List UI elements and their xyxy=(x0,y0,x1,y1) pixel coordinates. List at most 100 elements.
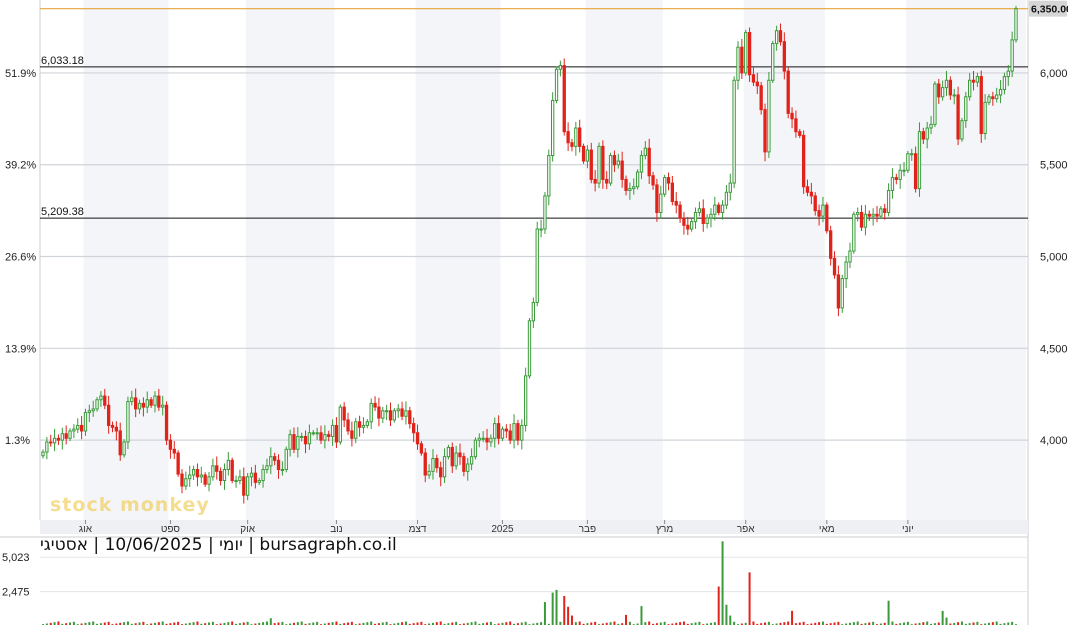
candle-body xyxy=(261,469,265,482)
candle xyxy=(384,404,389,421)
volume-bar xyxy=(1015,624,1017,625)
candle-body xyxy=(562,65,566,133)
volume-bar xyxy=(852,622,855,625)
volume-bar xyxy=(246,621,249,625)
volume-bar xyxy=(744,622,747,625)
candle-body xyxy=(311,432,315,435)
candle-body xyxy=(952,94,956,97)
volume-bar xyxy=(381,622,384,625)
candle xyxy=(369,398,373,429)
candle-body xyxy=(296,435,300,450)
candle-body xyxy=(674,200,678,206)
candle-body xyxy=(157,395,161,408)
candle-body xyxy=(624,178,628,191)
volume-bar xyxy=(235,623,238,625)
volume-bar xyxy=(505,622,508,625)
candle xyxy=(226,452,230,476)
volume-bar xyxy=(621,623,624,625)
volume-bar xyxy=(791,610,794,625)
candle xyxy=(682,211,686,235)
candle-body xyxy=(883,208,887,213)
candle xyxy=(801,130,806,194)
candle-body xyxy=(477,437,481,441)
candle xyxy=(890,168,895,199)
candle-body xyxy=(979,76,983,135)
percent-tick-label: 1.3% xyxy=(5,435,30,447)
candle-body xyxy=(686,224,690,230)
volume-bar xyxy=(833,622,836,625)
volume-bar xyxy=(895,623,898,625)
volume-bar xyxy=(775,623,778,625)
price-tick-label: 4,500 xyxy=(1040,343,1068,355)
volume-bar xyxy=(605,622,608,625)
volume-bar xyxy=(462,623,465,625)
candle xyxy=(956,86,960,146)
volume-bar xyxy=(837,621,840,625)
month-label: מרץ xyxy=(656,524,673,535)
volume-bar xyxy=(706,623,709,625)
volume-bar xyxy=(401,622,404,625)
candle xyxy=(859,205,864,232)
candle xyxy=(164,401,169,446)
volume-bar xyxy=(779,622,782,625)
candle xyxy=(126,396,130,450)
volume-bar xyxy=(489,621,492,625)
month-label: אוג xyxy=(79,524,93,535)
candle xyxy=(520,419,524,450)
candle-body xyxy=(956,94,960,140)
candle-body xyxy=(134,397,138,410)
volume-bar xyxy=(713,622,716,625)
volume-bar xyxy=(999,623,1002,625)
candle-body xyxy=(859,211,864,228)
volume-bar xyxy=(733,621,736,625)
volume-bar xyxy=(273,623,276,625)
candle-body xyxy=(130,397,134,403)
candle-body xyxy=(578,127,582,147)
candle-body xyxy=(493,423,497,439)
candle-body xyxy=(68,430,72,439)
volume-bar xyxy=(134,623,137,625)
candle xyxy=(392,408,397,423)
candle-body xyxy=(396,408,400,412)
candle-body xyxy=(848,250,852,263)
volume-bar xyxy=(292,622,295,625)
candle xyxy=(527,318,532,379)
volume-bar xyxy=(285,624,288,625)
candle xyxy=(377,397,381,427)
volume-bar xyxy=(250,624,253,625)
volume-bar xyxy=(532,623,535,625)
volume-bar xyxy=(663,621,666,625)
candle xyxy=(365,419,369,429)
volume-bar xyxy=(601,623,604,625)
volume-bar xyxy=(69,622,72,625)
candle-body xyxy=(597,145,601,184)
candle-body xyxy=(736,46,740,81)
candle xyxy=(539,219,543,238)
volume-bar xyxy=(428,623,431,625)
volume-bar xyxy=(868,622,871,625)
candle-body xyxy=(110,424,115,428)
month-axis-strip xyxy=(40,520,1028,534)
candle-body xyxy=(238,476,242,482)
volume-bar xyxy=(150,623,153,625)
volume-bar xyxy=(408,623,411,625)
candle-body xyxy=(242,476,246,496)
volume-bar xyxy=(115,623,118,625)
candle-body xyxy=(747,32,752,76)
candle-body xyxy=(76,424,80,430)
volume-bar xyxy=(1011,621,1014,625)
candle xyxy=(512,414,516,449)
candle-body xyxy=(944,79,949,89)
candle xyxy=(554,66,559,104)
volume-bar xyxy=(667,624,670,625)
candle-body xyxy=(732,79,736,184)
candle-body xyxy=(690,221,694,230)
candle xyxy=(218,467,223,486)
candle-body xyxy=(774,30,779,45)
candle xyxy=(350,421,354,447)
volume-bar xyxy=(420,621,423,625)
volume-bar xyxy=(516,623,519,625)
candle-body xyxy=(500,428,505,439)
volume-bar xyxy=(810,623,813,625)
candle-body xyxy=(558,65,563,70)
